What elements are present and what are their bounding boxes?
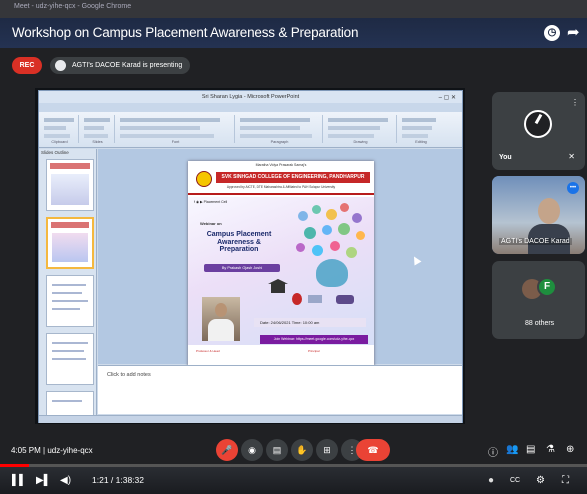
ribbon: Clipboard Slides Font Paragraph Drawing … — [39, 112, 462, 148]
captions-button[interactable]: ▤ — [266, 439, 288, 461]
slide-affiliation: Approved by AICTE, DTE Maharashtra & Aff… — [226, 185, 336, 189]
slide-thumbnail[interactable] — [46, 275, 94, 327]
education-bubble-icon — [338, 223, 350, 235]
head-silhouette-icon — [316, 259, 348, 287]
education-bubble-icon — [352, 213, 362, 223]
slide-footer-right: Principal — [308, 349, 320, 353]
slide-thumbnail-pane: Slides Outline — [39, 149, 97, 421]
ppt-window-title: Sri Sharan Lygia - Microsoft PowerPoint — [201, 94, 300, 100]
education-bubble-icon — [346, 247, 357, 258]
settings-gear-icon[interactable]: ⚙ — [536, 475, 545, 486]
ppt-title-bar: Sri Sharan Lygia - Microsoft PowerPoint … — [39, 91, 462, 103]
browser-tab-text: Meet - udz-yihe-qcx - Google Chrome — [14, 3, 132, 10]
presenter-avatar-icon — [55, 60, 66, 71]
team-icon — [336, 295, 354, 304]
ribbon-group-drawing[interactable]: Drawing — [325, 115, 397, 144]
participant-name-you: You — [499, 154, 512, 161]
education-bubble-icon — [298, 211, 308, 221]
present-screen-button[interactable]: ⊞ — [316, 439, 338, 461]
ppt-status-bar — [39, 415, 462, 423]
video-title[interactable]: Workshop on Campus Placement Awareness &… — [12, 25, 358, 40]
slide-thumbnail[interactable] — [46, 333, 94, 385]
presenting-text: AGTI's DACOE Karad is presenting — [72, 62, 183, 69]
ribbon-tabs: Home Insert Design Animations Slide Show… — [39, 103, 462, 117]
volume-icon[interactable]: ◀) — [60, 475, 71, 486]
education-bubble-icon — [356, 231, 365, 240]
education-bubble-icon — [312, 205, 321, 214]
chat-icon[interactable]: ▤ — [526, 444, 535, 455]
meeting-time-and-code: 4:05 PM | udz-yihe-qcx — [11, 446, 93, 455]
slide-header-banner: Maratha Vidya Prasarak Samaj's SVK SINHG… — [188, 161, 374, 195]
share-icon[interactable]: ➦ — [567, 23, 580, 41]
people-icon[interactable]: 👥 — [506, 444, 518, 455]
activities-icon[interactable]: ⚗ — [546, 444, 555, 455]
microphone-toggle-button[interactable]: 🎤 — [216, 439, 238, 461]
slide-join-link: Join Webinar: https://meet.google.com/ud… — [260, 335, 368, 344]
captions-icon[interactable]: CC — [510, 477, 520, 484]
slide-thumbnail-selected[interactable] — [46, 217, 94, 269]
education-bubble-icon — [296, 243, 305, 252]
speaker-photo — [202, 297, 240, 341]
slide-footer-left: Professor & Head — [196, 349, 220, 353]
ribbon-group-slides[interactable]: Slides — [81, 115, 115, 144]
meeting-details-icon[interactable]: ⓘ — [488, 444, 498, 459]
education-bubble-icon — [304, 227, 316, 239]
participant-initial-avatar: F — [537, 277, 557, 297]
ribbon-group-clipboard[interactable]: Clipboard — [41, 115, 79, 144]
participant-name-presenter: AGTI's DACOE Karad — [499, 238, 572, 245]
education-bubble-icon — [322, 225, 332, 235]
speaking-indicator-icon: ••• — [567, 182, 579, 194]
video-time-display: 1:21 / 1:38:32 — [92, 475, 144, 485]
education-bubble-icon — [312, 245, 323, 256]
raise-hand-button[interactable]: ✋ — [291, 439, 313, 461]
mic-off-icon: ✕ — [568, 152, 575, 161]
participant-tile-others[interactable]: F 88 others — [492, 261, 585, 339]
thumbnail-tabs[interactable]: Slides Outline — [41, 150, 69, 155]
slide-thumbnail[interactable] — [46, 159, 94, 211]
more-options-icon[interactable]: ⋮ — [571, 98, 579, 107]
watch-later-clock-icon[interactable]: ◷ — [544, 25, 560, 41]
browser-tab-strip: Meet - udz-yihe-qcx - Google Chrome — [0, 0, 587, 18]
others-count-label: 88 others — [525, 320, 555, 327]
slide-speaker: By Prakash Ojash Joshi — [204, 264, 280, 272]
next-video-icon[interactable]: ▶▌ — [36, 475, 51, 486]
slide-topic: Campus Placement Awareness & Preparation — [206, 231, 272, 253]
video-controls-bar: ▌▌ ▶▌ ◀) ● CC ⚙ ⛶ — [0, 467, 587, 494]
slide-social-links: f ◉ ▶ Placement Cell — [194, 200, 228, 204]
participant-tile-presenter[interactable]: ••• AGTI's DACOE Karad — [492, 176, 585, 254]
ribbon-group-font[interactable]: Font — [117, 115, 235, 144]
notes-placeholder: Click to add notes — [107, 372, 151, 378]
slide-college-name: SVK SINHGAD COLLEGE OF ENGINEERING, PAND… — [216, 172, 370, 183]
ribbon-group-paragraph[interactable]: Paragraph — [237, 115, 323, 144]
education-bubble-icon — [326, 209, 337, 220]
education-bubble-icon — [330, 241, 340, 251]
end-call-button[interactable]: ☎ — [356, 439, 390, 461]
camera-toggle-button[interactable]: ◉ — [241, 439, 263, 461]
self-avatar — [524, 110, 552, 138]
slide-webinar-label: Webinar on — [200, 221, 222, 226]
slide-society-name: Maratha Vidya Prasarak Samaj's — [255, 163, 307, 167]
presenting-indicator: AGTI's DACOE Karad is presenting — [50, 57, 191, 74]
slide-edit-pane: Maratha Vidya Prasarak Samaj's SVK SINHG… — [98, 149, 462, 371]
idea-head-icon — [292, 293, 302, 305]
fullscreen-icon[interactable]: ⛶ — [562, 475, 569, 486]
current-slide[interactable]: Maratha Vidya Prasarak Samaj's SVK SINHG… — [188, 161, 374, 371]
meeting-icon — [308, 295, 322, 303]
education-bubble-icon — [340, 203, 349, 212]
notes-pane[interactable]: Click to add notes — [98, 365, 462, 414]
institution-icon — [268, 279, 288, 293]
presenter-face — [538, 198, 560, 224]
recording-badge: REC — [12, 57, 42, 74]
host-controls-icon[interactable]: ⊕ — [566, 444, 574, 455]
slide-body: f ◉ ▶ Placement Cell Webinar on Campus P… — [188, 197, 374, 345]
slide-date-time: Date: 24/06/2021 Time: 10:00 am — [254, 318, 366, 327]
ribbon-group-editing[interactable]: Editing — [399, 115, 443, 144]
screen: Meet - udz-yihe-qcx - Google Chrome Work… — [0, 0, 587, 494]
pause-icon[interactable]: ▌▌ — [12, 475, 26, 486]
powerpoint-window: Sri Sharan Lygia - Microsoft PowerPoint … — [38, 90, 463, 423]
autoplay-toggle-icon[interactable]: ● — [488, 475, 494, 486]
participant-tile-you[interactable]: ⋮ You ✕ — [492, 92, 585, 170]
